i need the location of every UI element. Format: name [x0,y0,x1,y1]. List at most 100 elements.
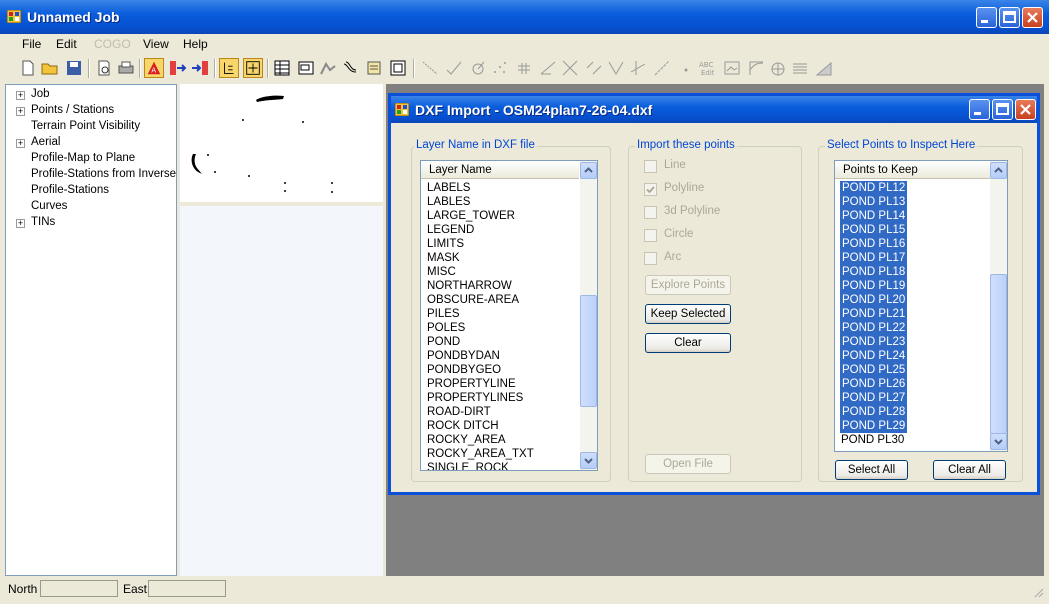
layer-row[interactable]: LEGEND [427,223,474,237]
menu-help[interactable]: Help [183,37,208,51]
point-row[interactable]: POND PL22 [840,321,908,335]
point-row[interactable]: POND PL16 [840,237,908,251]
import-option-checkbox[interactable] [644,183,657,196]
menu-edit[interactable]: Edit [56,37,77,51]
open-folder-icon[interactable] [40,58,60,78]
layer-row[interactable]: POND [427,335,460,349]
points-column-header[interactable]: Points to Keep [835,161,990,179]
explore-points-button[interactable]: Explore Points [645,275,731,295]
point-row[interactable]: POND PL19 [840,279,908,293]
save-icon[interactable] [64,58,84,78]
layer-row[interactable]: SINGLE_ROCK [427,461,509,470]
layer-row[interactable]: MISC [427,265,456,279]
layer-row[interactable]: POLES [427,321,465,335]
maximize-button[interactable] [999,7,1020,28]
layer-row[interactable]: PONDBYDAN [427,349,500,363]
abc-edit-icon[interactable]: ABCEdit [698,58,718,78]
layer-row[interactable]: PILES [427,307,460,321]
tree-item-terrain-visibility[interactable]: Terrain Point Visibility [31,120,140,132]
point-row[interactable]: POND PL12 [840,181,908,195]
point-row[interactable]: POND PL24 [840,349,908,363]
cross-tool-icon[interactable] [560,58,580,78]
layer-row[interactable]: LARGE_TOWER [427,209,515,223]
tree-item-curves[interactable]: Curves [31,200,67,212]
import-option-checkbox[interactable] [644,206,657,219]
surface-icon[interactable] [318,58,338,78]
line-tool-icon[interactable] [420,58,440,78]
tree-item-profile-map[interactable]: Profile-Map to Plane [31,152,135,164]
export-icon[interactable] [168,58,188,78]
scroll-thumb[interactable] [990,274,1007,434]
dxf-import-icon[interactable]: A [144,58,164,78]
dialog-close-button[interactable] [1015,99,1036,120]
point-row[interactable]: POND PL17 [840,251,908,265]
layer-row[interactable]: PROPERTYLINES [427,391,523,405]
dialog-title-bar[interactable]: DXF Import - OSM24plan7-26-04.dxf [391,96,1037,123]
layer-row[interactable]: ROCKY_AREA_TXT [427,447,534,461]
offset-tool-icon[interactable] [584,58,604,78]
angle-tool-icon[interactable] [538,58,558,78]
table-icon[interactable] [272,58,292,78]
points-listbox[interactable]: Points to Keep POND PL12 POND PL13 POND PL… [834,160,1008,452]
slope-tool-icon[interactable] [652,58,672,78]
layer-row[interactable]: LABLES [427,195,470,209]
new-file-icon[interactable] [18,58,38,78]
dialog-minimize-button[interactable] [969,99,990,120]
layer-row[interactable]: PONDBYGEO [427,363,501,377]
layer-listbox[interactable]: Layer Name LABELS LABLES LARGE_TOWER LEGEND… [420,160,598,471]
point-row[interactable]: POND PL29 [840,419,908,433]
layer-scrollbar[interactable] [580,161,597,470]
scroll-thumb[interactable] [580,295,597,407]
curve-tool-icon[interactable] [746,58,766,78]
clear-button[interactable]: Clear [645,333,731,353]
resize-grip-icon[interactable] [1032,586,1044,598]
point-row[interactable]: POND PL13 [840,195,908,209]
image-tool-icon[interactable] [722,58,742,78]
print-icon[interactable] [116,58,136,78]
tree-item-tins[interactable]: TINs [31,216,55,228]
point-row[interactable]: POND PL15 [840,223,908,237]
zoom-extents-icon[interactable] [243,58,263,78]
tree-item-profile-inverse[interactable]: Profile-Stations from Inverse [31,168,176,180]
point-row[interactable]: POND PL18 [840,265,908,279]
point-row[interactable]: POND PL30 [841,433,904,447]
point-row[interactable]: POND PL14 [840,209,908,223]
dot-tool-icon[interactable] [676,58,696,78]
layer-row[interactable]: ROCK DITCH [427,419,499,433]
point-row[interactable]: POND PL25 [840,363,908,377]
check-tool-icon[interactable] [444,58,464,78]
import-icon[interactable] [190,58,210,78]
scroll-down-button[interactable] [990,433,1007,450]
tree-item-profile-stations[interactable]: Profile-Stations [31,184,109,196]
layer-row[interactable]: PROPERTYLINE [427,377,516,391]
import-option-checkbox[interactable] [644,229,657,242]
hatch-tool-icon[interactable] [790,58,810,78]
properties-icon[interactable] [388,58,408,78]
report-icon[interactable] [364,58,384,78]
point-row[interactable]: POND PL20 [840,293,908,307]
contour-icon[interactable] [340,58,360,78]
tree-item-aerial[interactable]: Aerial [31,136,60,148]
triangle-tool-icon[interactable] [814,58,834,78]
print-preview-icon[interactable] [94,58,114,78]
tree-item-points[interactable]: Points / Stations [31,104,114,116]
layer-row[interactable]: ROCKY_AREA [427,433,506,447]
menu-view[interactable]: View [143,37,169,51]
expand-icon[interactable]: + [16,107,25,116]
menu-cogo[interactable]: COGO [94,37,131,51]
point-row[interactable]: POND PL27 [840,391,908,405]
job-tree[interactable]: + Job + Points / Stations Terrain Point … [5,84,177,576]
layer-row[interactable]: OBSCURE-AREA [427,293,519,307]
layer-row[interactable]: LIMITS [427,237,464,251]
point-row[interactable]: POND PL21 [840,307,908,321]
dialog-maximize-button[interactable] [992,99,1013,120]
layer-row[interactable]: MASK [427,251,460,265]
scroll-up-button[interactable] [580,162,597,179]
layer-row[interactable]: ROAD-DIRT [427,405,491,419]
grid-tool-icon[interactable] [514,58,534,78]
minimize-button[interactable] [976,7,997,28]
import-option-checkbox[interactable] [644,252,657,265]
layer-column-header[interactable]: Layer Name [421,161,579,179]
clear-all-button[interactable]: Clear All [933,460,1006,480]
layer-row[interactable]: NORTHARROW [427,279,512,293]
